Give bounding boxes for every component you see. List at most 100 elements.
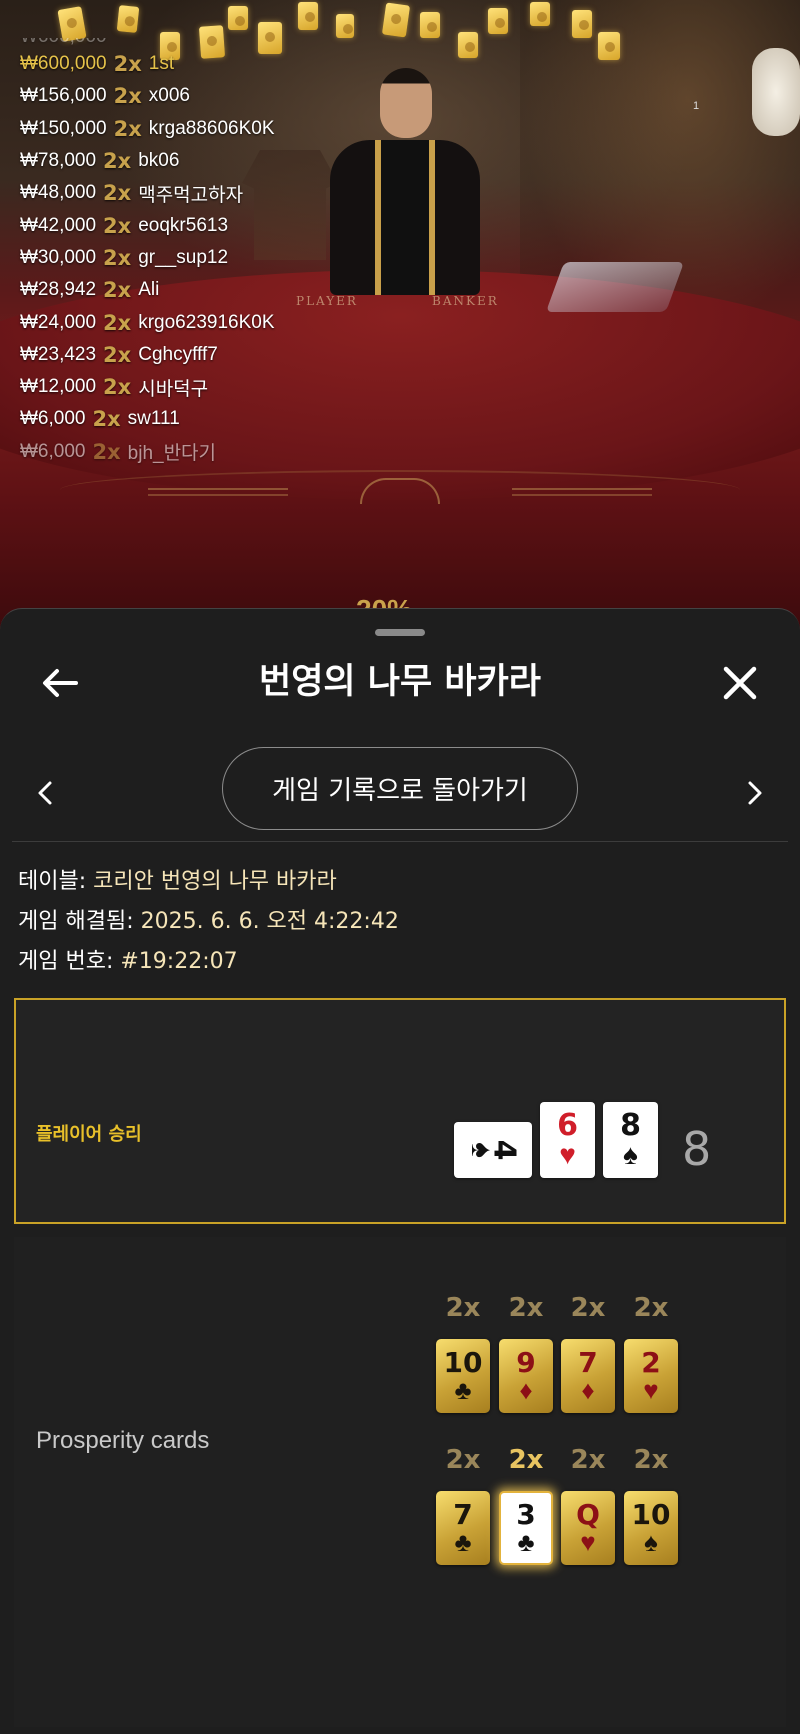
win-multiplier: 2x (103, 213, 132, 238)
card-rank: 3 (516, 1498, 536, 1531)
result-panel: 플레이어 승리 ♠ 4 6 ♥ 8 ♠ 8 (14, 998, 786, 1224)
card-multiplier: 2x (633, 1293, 669, 1323)
red-envelope-icon (228, 6, 248, 30)
leaderboard-row: ₩23,423 2x Cghcyfff7 (20, 339, 360, 371)
card-multiplier: 2x (570, 1293, 606, 1323)
card-rank: 10 (443, 1346, 483, 1379)
card-rank: 9 (516, 1346, 536, 1379)
leaderboard-row-ghost: ₩600,000 (20, 38, 360, 48)
card-suit: ♥ (580, 1527, 596, 1557)
win-amount: ₩30,000 (20, 246, 97, 268)
leaderboard-row: ₩12,000 2x 시바덕구 (20, 371, 360, 403)
leaderboard-row: ₩6,000 2x bjh_반다기 (20, 436, 360, 468)
red-envelope-icon (336, 14, 354, 38)
winner-name: Cghcyfff7 (138, 343, 218, 365)
resolved-info-row: 게임 해결됨: 2025. 6. 6. 오전 4:22:42 (18, 903, 399, 935)
prosperity-card: 9 ♦ (499, 1339, 553, 1413)
previous-game-button[interactable] (30, 773, 60, 813)
red-envelope-icon (381, 2, 411, 38)
table-label: 테이블: (18, 869, 94, 894)
game-number-label: 게임 번호: (18, 949, 121, 974)
red-envelope-icon (572, 10, 592, 38)
red-envelope-icon (598, 32, 620, 60)
live-video-stream: PLAYER BANKER 1 ₩600,000 ₩600,0002x1st ₩… (0, 0, 800, 640)
table-emblem (360, 478, 440, 504)
win-amount: ₩42,000 (20, 214, 97, 236)
card-suit: ♠ (644, 1527, 658, 1557)
card-rank: 10 (631, 1498, 671, 1531)
leaderboard-row: ₩28,942 2x Ali (20, 274, 360, 306)
win-amount: ₩600,000 (20, 53, 107, 75)
leaderboard-row: ₩150,000 2x krga88606K0K (20, 113, 360, 145)
prosperity-label: Prosperity cards (36, 1427, 210, 1454)
win-amount: ₩12,000 (20, 376, 97, 398)
playing-card: 8 ♠ (603, 1102, 658, 1178)
leaderboard-row: ₩24,000 2x krgo623916K0K (20, 306, 360, 338)
next-game-button[interactable] (740, 773, 770, 813)
card-multiplier: 2x (445, 1445, 481, 1475)
card-rank: 4 (485, 1139, 521, 1161)
prosperity-card: 7 ♦ (561, 1339, 615, 1413)
close-button[interactable] (716, 659, 764, 707)
win-multiplier: 2x (92, 407, 121, 432)
winner-name: eoqkr5613 (138, 214, 229, 236)
win-multiplier: 2x (113, 52, 142, 77)
playing-card: 6 ♥ (540, 1102, 595, 1178)
result-label: 플레이어 승리 (36, 1124, 142, 1145)
card-suit: ♦ (581, 1375, 595, 1405)
prosperity-card: 10 ♣ (436, 1339, 490, 1413)
dealer-head (380, 68, 432, 138)
winners-leaderboard: ₩600,000 ₩600,000 2x 1st ₩156,000 2x x006 ₩1… (20, 38, 360, 468)
player-score: 8 (682, 1122, 712, 1176)
win-amount: ₩156,000 (20, 85, 107, 107)
card-suit: ♥ (643, 1375, 659, 1405)
winner-name: 1st (148, 53, 175, 75)
win-amount: ₩150,000 (20, 117, 107, 139)
win-multiplier: 2x (103, 149, 132, 174)
prosperity-cards-panel: Prosperity cards 2x 2x 2x 2x 10 ♣ 9 ♦ 7 ♦ 2… (14, 1237, 786, 1727)
card-shoe (545, 262, 685, 312)
card-multiplier: 2x (633, 1445, 669, 1475)
drag-handle[interactable] (375, 629, 425, 636)
card-suit: ♦ (519, 1375, 533, 1405)
game-number-value: #19:22:07 (120, 949, 238, 974)
card-suit: ♥ (559, 1139, 576, 1170)
divider (12, 841, 788, 842)
leaderboard-row: ₩6,000 2x sw111 (20, 403, 360, 435)
prosperity-card-highlighted: 3 ♣ (499, 1491, 553, 1565)
table-ornament-right (512, 488, 652, 496)
win-multiplier: 2x (103, 375, 132, 400)
card-rank: 6 (557, 1108, 578, 1143)
corner-badge: 1 (693, 100, 700, 112)
leaderboard-row: ₩42,000 2x eoqkr5613 (20, 209, 360, 241)
lantern-decoration (752, 48, 800, 136)
table-ornament-left (148, 488, 288, 496)
red-envelope-icon (57, 6, 87, 42)
prosperity-card: Q ♥ (561, 1491, 615, 1565)
card-rank: 7 (578, 1346, 598, 1379)
winner-name: gr__sup12 (138, 246, 229, 268)
playing-card: ♠ 4 (454, 1122, 532, 1178)
card-suit: ♣ (454, 1527, 472, 1557)
red-envelope-icon (420, 12, 440, 38)
table-info-row: 테이블: 코리안 번영의 나무 바카라 (18, 863, 337, 895)
chevron-left-icon (38, 781, 52, 805)
leaderboard-row: ₩30,000 2x gr__sup12 (20, 242, 360, 274)
winner-name: Ali (138, 279, 160, 301)
win-amount: ₩78,000 (20, 150, 97, 172)
card-multiplier: 2x (445, 1293, 481, 1323)
win-multiplier: 2x (103, 310, 132, 335)
win-multiplier: 2x (92, 439, 121, 464)
win-amount: ₩23,423 (20, 343, 97, 365)
red-envelope-icon (298, 2, 318, 30)
leaderboard-row: ₩48,000 2x 맥주먹고하자 (20, 177, 360, 209)
card-suit: ♣ (517, 1527, 535, 1557)
winner-name: 맥주먹고하자 (138, 184, 244, 206)
win-amount: ₩6,000 (20, 440, 86, 462)
back-to-history-button[interactable]: 게임 기록으로 돌아가기 (222, 747, 578, 830)
game-details-sheet: 번영의 나무 바카라 게임 기록으로 돌아가기 테이블: 코리안 번영의 나무 … (0, 608, 800, 1734)
card-suit: ♣ (454, 1375, 472, 1405)
felt-banker-label: BANKER (432, 294, 499, 308)
win-multiplier: 2x (103, 181, 132, 206)
chevron-right-icon (748, 781, 762, 805)
